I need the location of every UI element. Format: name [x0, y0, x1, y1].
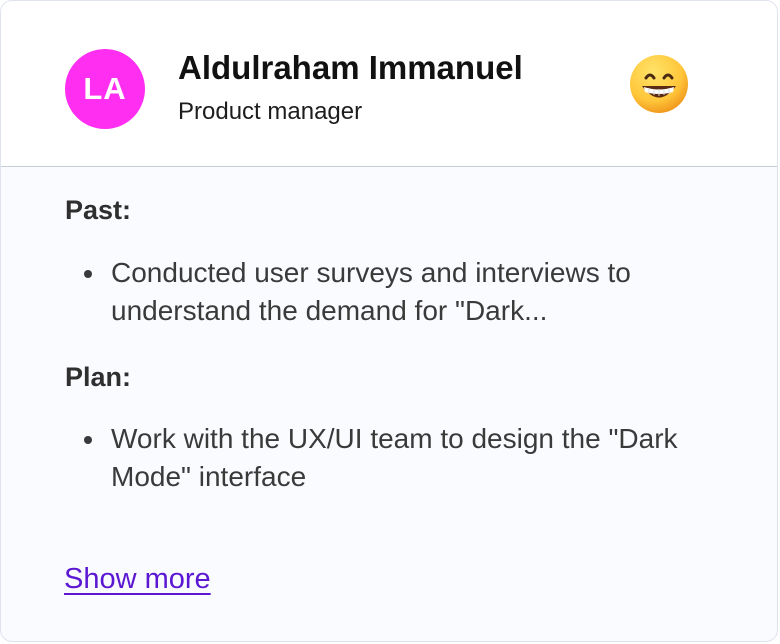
- list-item: Conducted user surveys and interviews to…: [81, 254, 721, 330]
- plan-list: Work with the UX/UI team to design the "…: [81, 420, 721, 496]
- card-header: LA Aldulraham Immanuel Product manager: [1, 1, 777, 167]
- bullet-icon: [84, 270, 92, 278]
- past-item-text: Conducted user surveys and interviews to…: [111, 257, 631, 326]
- user-role: Product manager: [178, 98, 363, 125]
- show-more-link[interactable]: Show more: [64, 563, 211, 596]
- plan-heading: Plan:: [65, 362, 132, 392]
- bullet-icon: [84, 436, 92, 444]
- list-item: Work with the UX/UI team to design the "…: [81, 420, 721, 496]
- past-heading: Past:: [65, 195, 132, 225]
- avatar: LA: [65, 49, 145, 129]
- past-list: Conducted user surveys and interviews to…: [81, 254, 721, 330]
- grinning-face-icon: [630, 55, 688, 113]
- plan-item-text: Work with the UX/UI team to design the "…: [111, 423, 678, 492]
- user-update-card: LA Aldulraham Immanuel Product manager P…: [0, 0, 778, 642]
- user-name: Aldulraham Immanuel: [178, 49, 523, 86]
